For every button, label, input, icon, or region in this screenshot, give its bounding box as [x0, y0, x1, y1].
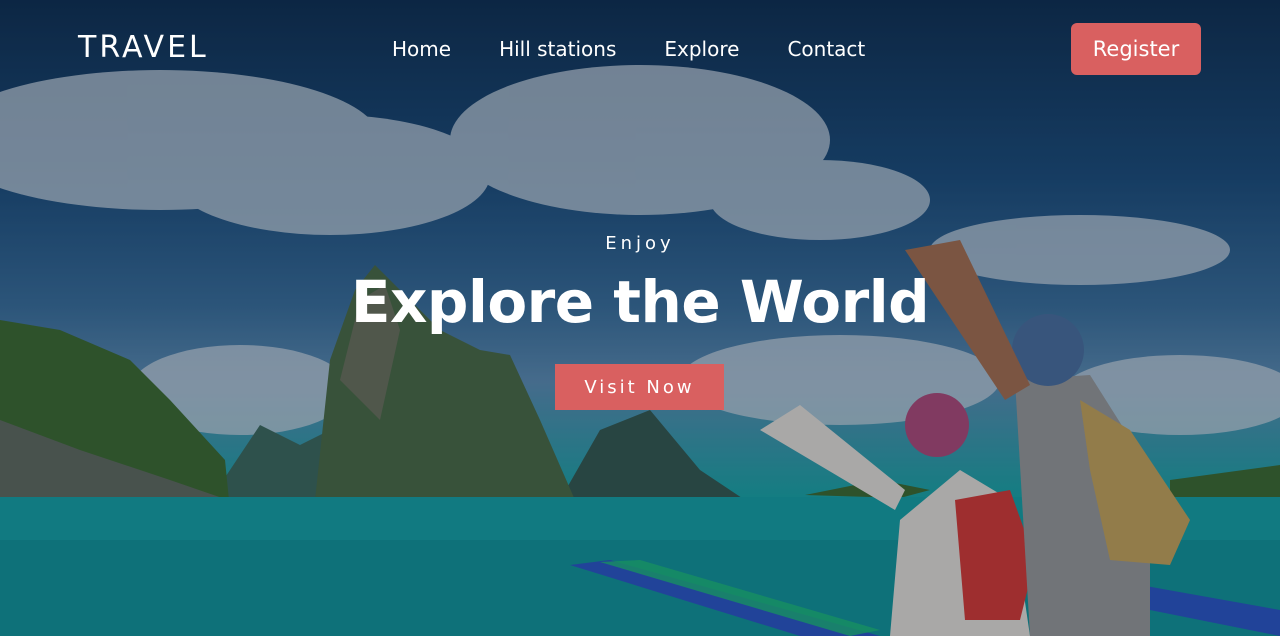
brand-logo[interactable]: TRAVEL: [78, 30, 209, 65]
nav-menu: Home Hill stations Explore Contact: [392, 36, 913, 62]
nav-link-hill-stations[interactable]: Hill stations: [499, 36, 616, 62]
hero-section: TRAVEL Home Hill stations Explore Contac…: [0, 0, 1280, 636]
navbar: TRAVEL Home Hill stations Explore Contac…: [0, 0, 1280, 100]
nav-link-explore[interactable]: Explore: [664, 36, 739, 62]
hero-title: Explore the World: [350, 268, 930, 336]
hero-eyebrow: Enjoy: [605, 233, 675, 254]
nav-link-home[interactable]: Home: [392, 36, 451, 62]
visit-now-button[interactable]: Visit Now: [555, 364, 724, 410]
register-button[interactable]: Register: [1071, 23, 1201, 75]
nav-link-contact[interactable]: Contact: [787, 36, 865, 62]
